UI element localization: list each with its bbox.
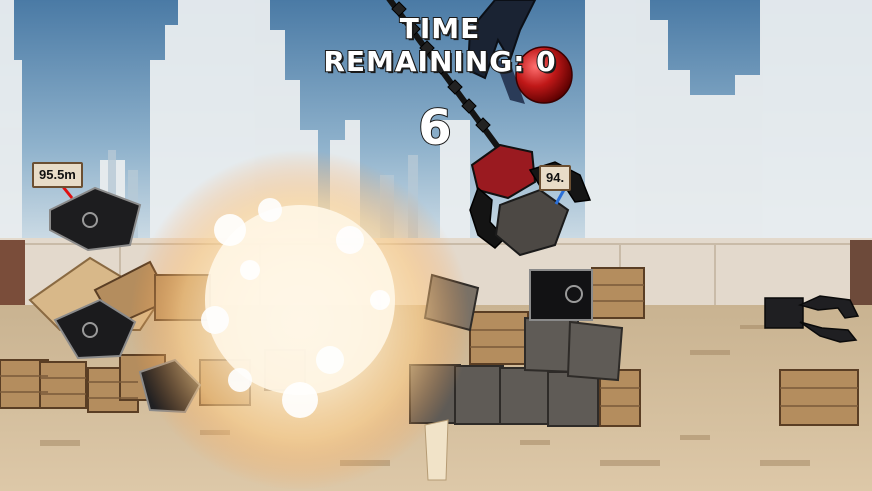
distance-marker-left: 95.5m <box>32 162 83 188</box>
debris-shard <box>424 419 449 481</box>
countdown-number: 6 <box>417 99 452 157</box>
time-remaining-label: TIME REMAINING: 0 <box>322 11 557 79</box>
wall-right-dark <box>850 240 872 310</box>
distance-marker-right: 94. <box>539 165 572 191</box>
wall-left-dark <box>0 240 25 315</box>
